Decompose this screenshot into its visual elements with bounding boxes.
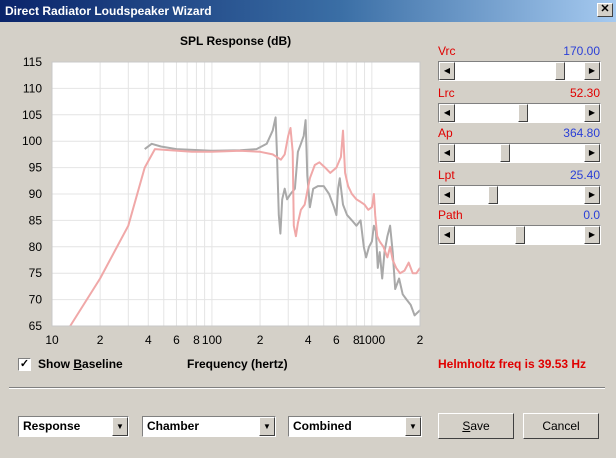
slider-label-ap: Ap [438,126,453,140]
enclosure-dropdown[interactable]: Chamber ▼ [142,416,276,437]
slider-path[interactable]: ◀ ▶ [438,225,601,245]
scroll-right-icon[interactable]: ▶ [584,186,600,204]
slider-value-lpt: 25.40 [569,168,600,182]
slider-thumb[interactable] [500,144,510,162]
mode-dropdown[interactable]: Combined ▼ [288,416,422,437]
chart-title: SPL Response (dB) [180,34,292,48]
x-tick-label: 2 [417,333,424,347]
slider-label-path: Path [438,208,463,222]
spl-response-chart: 6570758085909510010511011510 2 4 6 8 100 2 4 6 81… [22,55,424,347]
chevron-down-icon[interactable]: ▼ [259,417,275,436]
x-tick-label: 6 [173,333,180,347]
x-tick-label: 1000 [359,333,386,347]
x-tick-label: 8 [193,333,200,347]
title-bar: Direct Radiator Loudspeaker Wizard ✕ [0,0,616,22]
view-dropdown[interactable]: Response ▼ [18,416,129,437]
show-baseline-checkbox[interactable]: ✓ [18,357,31,371]
slider-value-ap: 364.80 [563,126,600,140]
mode-dropdown-value: Combined [293,419,352,433]
cancel-button[interactable]: Cancel [523,413,599,439]
scroll-right-icon[interactable]: ▶ [584,62,600,80]
slider-label-lrc: Lrc [438,86,455,100]
slider-label-lpt: Lpt [438,168,455,182]
x-tick-label: 4 [145,333,152,347]
y-tick-label: 65 [29,319,43,333]
scroll-left-icon[interactable]: ◀ [439,62,455,80]
slider-thumb[interactable] [518,104,528,122]
slider-thumb[interactable] [515,226,525,244]
x-tick-label: 2 [257,333,264,347]
slider-value-path: 0.0 [583,208,600,222]
slider-vrc[interactable]: ◀ ▶ [438,61,601,81]
slider-ap[interactable]: ◀ ▶ [438,143,601,163]
x-tick-label: 10 [45,333,59,347]
window-title: Direct Radiator Loudspeaker Wizard [5,4,212,18]
view-dropdown-value: Response [23,419,81,433]
scroll-right-icon[interactable]: ▶ [584,226,600,244]
x-tick-label: 2 [97,333,104,347]
x-axis-label: Frequency (hertz) [187,357,288,371]
slider-label-vrc: Vrc [438,44,456,58]
y-tick-label: 110 [23,81,42,95]
x-tick-label: 6 [333,333,340,347]
y-tick-label: 85 [29,213,43,227]
y-tick-label: 115 [23,55,42,69]
y-tick-label: 70 [29,293,43,307]
show-baseline-label: Show Baseline [38,357,123,371]
y-tick-label: 90 [29,187,43,201]
slider-value-lrc: 52.30 [569,86,600,100]
y-tick-label: 105 [22,108,42,122]
y-tick-label: 75 [29,266,43,280]
save-button[interactable]: Save [438,413,514,439]
scroll-left-icon[interactable]: ◀ [439,104,455,122]
scroll-left-icon[interactable]: ◀ [439,226,455,244]
y-tick-label: 80 [29,240,43,254]
scroll-left-icon[interactable]: ◀ [439,186,455,204]
slider-thumb[interactable] [555,62,565,80]
enclosure-dropdown-value: Chamber [147,419,200,433]
show-baseline-row[interactable]: ✓ Show Baseline [18,357,123,371]
slider-lpt[interactable]: ◀ ▶ [438,185,601,205]
y-tick-label: 100 [22,134,42,148]
slider-thumb[interactable] [488,186,498,204]
x-tick-label: 100 [202,333,222,347]
scroll-right-icon[interactable]: ▶ [584,144,600,162]
slider-lrc[interactable]: ◀ ▶ [438,103,601,123]
y-tick-label: 95 [29,161,43,175]
scroll-right-icon[interactable]: ▶ [584,104,600,122]
chevron-down-icon[interactable]: ▼ [405,417,421,436]
wizard-window: Direct Radiator Loudspeaker Wizard ✕ SPL… [0,0,616,458]
separator [9,387,605,389]
close-icon[interactable]: ✕ [597,3,613,17]
scroll-left-icon[interactable]: ◀ [439,144,455,162]
slider-value-vrc: 170.00 [563,44,600,58]
x-tick-label: 4 [305,333,312,347]
helmholtz-frequency-text: Helmholtz freq is 39.53 Hz [438,357,587,371]
chevron-down-icon[interactable]: ▼ [112,417,128,436]
